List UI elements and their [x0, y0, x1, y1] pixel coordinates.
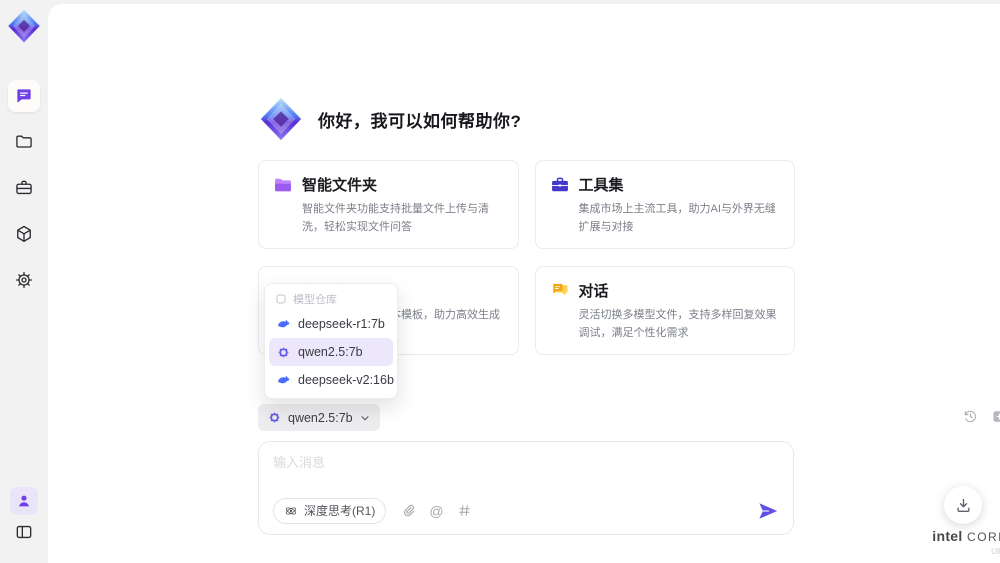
card-head: 对话 — [550, 280, 781, 301]
card-smart-folder[interactable]: 智能文件夹 智能文件夹功能支持批量文件上传与清洗，轻松实现文件问答 — [258, 160, 519, 250]
sidebar-item-collapse-panel[interactable] — [8, 516, 40, 548]
chevron-down-icon — [361, 415, 369, 421]
send-icon[interactable] — [757, 500, 779, 522]
sidebar-item-folders[interactable] — [8, 126, 40, 158]
greeting: 你好，我可以如何帮助你? — [258, 96, 521, 142]
paperclip-icon[interactable] — [401, 503, 416, 518]
core-wordmark: CORE — [967, 530, 1000, 544]
card-title: 工具集 — [578, 177, 624, 194]
card-desc: 集成市场上主流工具，助力AI与外界无缝扩展与对接 — [578, 203, 776, 233]
purple-folder-icon — [275, 178, 291, 191]
model-selector-button[interactable]: qwen2.5:7b — [258, 404, 380, 431]
briefcase-icon — [16, 180, 32, 195]
deepseek-whale-icon — [278, 319, 290, 327]
model-option-label: deepseek-r1:7b — [298, 317, 385, 331]
chat-tools — [962, 408, 1000, 425]
qwen-logo-icon — [278, 346, 289, 358]
qwen-logo-icon — [269, 412, 280, 423]
message-input[interactable] — [273, 452, 773, 492]
greeting-gem-icon — [260, 97, 302, 141]
model-selector-row: qwen2.5:7b — [258, 404, 1000, 432]
folder-icon — [16, 135, 32, 148]
repository-icon — [276, 294, 286, 304]
card-title: 对话 — [578, 283, 609, 301]
gear-icon — [16, 272, 32, 288]
card-head: 智能文件夹 — [273, 174, 504, 195]
sidebar-item-apps[interactable] — [8, 218, 40, 250]
indigo-briefcase-icon — [551, 177, 568, 191]
sidebar — [0, 0, 48, 563]
deepseek-whale-icon — [278, 375, 290, 383]
history-icon[interactable] — [962, 408, 979, 425]
model-option-label: deepseek-v2:16b — [298, 373, 394, 387]
intel-core-badge: intel CORE Ultra — [926, 528, 1000, 556]
panel-layout-icon — [16, 525, 32, 539]
ultra-sub-label: Ultra — [991, 547, 1000, 556]
card-toolset[interactable]: 工具集 集成市场上主流工具，助力AI与外界无缝扩展与对接 — [534, 160, 795, 250]
model-dropdown-header: 模型仓库 — [269, 288, 393, 310]
composer-toolbar: 深度思考(R1) @ — [273, 497, 779, 524]
intel-wordmark: intel — [932, 528, 963, 544]
download-icon — [956, 498, 970, 512]
main-panel: 你好，我可以如何帮助你? 智能文件夹 智能文件夹功能支持批量文件上传与清洗，轻松… — [48, 4, 1000, 563]
app-logo-gem-icon — [8, 9, 40, 43]
model-dropdown-header-label: 模型仓库 — [293, 294, 337, 306]
download-button[interactable] — [944, 486, 982, 524]
model-option-qwen[interactable]: qwen2.5:7b — [269, 338, 393, 366]
composer: 深度思考(R1) @ — [258, 441, 794, 535]
deep-think-toggle[interactable]: 深度思考(R1) — [273, 497, 387, 524]
card-title: 智能文件夹 — [302, 177, 378, 194]
greeting-text: 你好，我可以如何帮助你? — [318, 111, 522, 131]
card-dialogue[interactable]: 对话 灵活切换多模型文件，支持多样回复效果调试，满足个性化需求 — [534, 266, 795, 356]
atom-icon — [285, 506, 297, 515]
sidebar-item-chat[interactable] — [8, 80, 40, 112]
cube-icon — [17, 225, 31, 242]
sidebar-item-toolbox[interactable] — [8, 172, 40, 204]
mention-icon[interactable]: @ — [429, 504, 443, 518]
new-chat-icon[interactable] — [991, 408, 1000, 425]
model-dropdown: 模型仓库 deepseek-r1:7b qwen2.5:7b deepseek-… — [264, 283, 398, 399]
composer-icons: @ — [401, 503, 471, 518]
selected-model-label: qwen2.5:7b — [288, 410, 353, 425]
model-option-deepseek-v2[interactable]: deepseek-v2:16b — [269, 366, 394, 394]
hash-grid-icon[interactable] — [457, 503, 472, 518]
sidebar-item-settings[interactable] — [8, 264, 40, 296]
model-option-label: qwen2.5:7b — [298, 345, 363, 359]
deep-think-label: 深度思考(R1) — [304, 504, 376, 518]
model-option-deepseek-r1[interactable]: deepseek-r1:7b — [269, 310, 393, 338]
user-icon — [19, 495, 29, 507]
card-desc: 灵活切换多模型文件，支持多样回复效果调试，满足个性化需求 — [578, 309, 777, 339]
yellow-chat-icon — [552, 283, 567, 295]
card-head: 工具集 — [550, 174, 781, 195]
sidebar-item-account[interactable] — [10, 487, 38, 515]
chat-bubble-icon — [17, 89, 31, 103]
card-desc: 智能文件夹功能支持批量文件上传与清洗，轻松实现文件问答 — [302, 203, 489, 233]
